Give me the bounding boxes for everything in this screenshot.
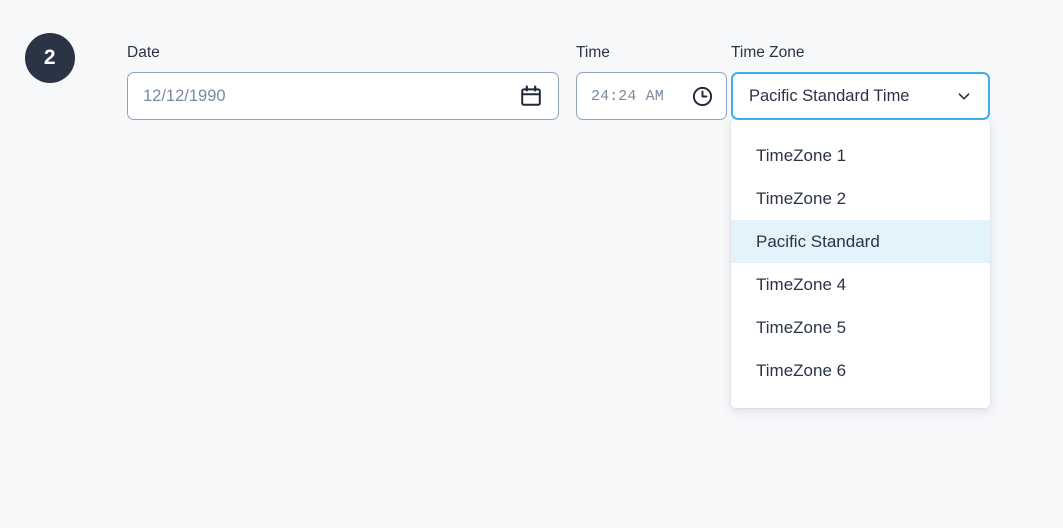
timezone-option-label: TimeZone 5 <box>756 317 847 337</box>
chevron-down-icon[interactable] <box>954 86 974 106</box>
calendar-icon[interactable] <box>519 84 543 108</box>
timezone-label: Time Zone <box>731 44 805 61</box>
date-input[interactable]: 12/12/1990 <box>127 72 559 120</box>
timezone-dropdown-list[interactable]: TimeZone 1 TimeZone 2 Pacific Standard Time… <box>731 119 990 408</box>
timezone-option[interactable]: TimeZone 6 <box>731 349 990 392</box>
timezone-option-label: Pacific Standard <box>756 231 880 251</box>
clock-icon[interactable] <box>691 85 714 108</box>
timezone-option[interactable]: Pacific Standard <box>731 220 990 263</box>
timezone-option[interactable]: TimeZone 4 <box>731 263 990 306</box>
timezone-selected-value: Pacific Standard Time <box>749 86 910 105</box>
time-input-value[interactable]: 24:24 AM <box>591 88 683 105</box>
date-label: Date <box>127 44 160 61</box>
timezone-select[interactable]: Pacific Standard Time <box>731 72 990 120</box>
timezone-option-label: TimeZone 4 <box>756 274 847 294</box>
timezone-option[interactable]: TimeZone 5 <box>731 306 990 349</box>
timezone-option-label: TimeZone 2 <box>756 188 847 208</box>
step-badge: 2 <box>25 33 75 83</box>
timezone-option[interactable]: TimeZone 1 <box>731 134 990 177</box>
timezone-option-label: TimeZone 1 <box>756 145 847 165</box>
date-field-group: Date 12/12/1990 <box>127 44 559 120</box>
date-input-value[interactable]: 12/12/1990 <box>143 87 511 106</box>
time-label: Time <box>576 44 610 61</box>
time-field-group: Time 24:24 AM <box>576 44 727 120</box>
time-input[interactable]: 24:24 AM <box>576 72 727 120</box>
timezone-option-label: TimeZone 6 <box>756 360 847 380</box>
timezone-option[interactable]: TimeZone 2 <box>731 177 990 220</box>
timezone-field-group: Time Zone Pacific Standard Time <box>731 44 990 120</box>
step-number: 2 <box>43 46 57 69</box>
